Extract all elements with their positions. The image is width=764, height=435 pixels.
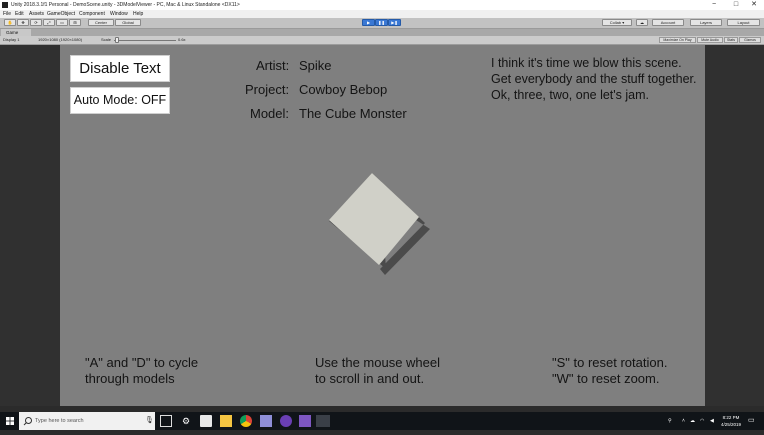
stats-toggle[interactable]: Stats [724,37,738,43]
maximize-on-play-toggle[interactable]: Maximize On Play [659,37,696,43]
menu-component[interactable]: Component [79,10,105,18]
hint-scroll-line2: to scroll in and out. [315,371,425,386]
app-icon[interactable] [260,415,272,427]
model-label: Model: [250,106,290,121]
volume-icon[interactable]: ◀ [710,412,714,430]
menu-help[interactable]: Help [133,10,143,18]
scale-label: Scale [101,37,112,42]
move-tool-icon[interactable]: ✥ [17,19,29,26]
mail-icon[interactable] [200,415,212,427]
show-hidden-icons-icon[interactable]: ˄ [682,412,685,430]
search-icon [23,417,32,426]
collab-dropdown[interactable]: Collab ▾ [602,19,632,26]
chat-app-icon[interactable] [280,415,292,427]
editor-toolbar: ✋ ✥ ⟳ ⤢ ▭ ⊞ Center Global ▶ ❚❚ ▶❚ Collab… [0,18,764,29]
chrome-icon[interactable] [240,415,252,427]
auto-mode-button[interactable]: Auto Mode: OFF [70,87,170,114]
pause-button-icon[interactable]: ❚❚ [375,19,388,26]
menu-edit[interactable]: Edit [15,10,24,18]
clock[interactable]: 8:22 PM 4/25/2019 [719,414,743,428]
game-viewport[interactable]: Disable Text Auto Mode: OFF Artist: Spik… [60,45,705,406]
play-button-icon[interactable]: ▶ [362,19,375,26]
hint-cycle-line2: through models [85,371,175,386]
hint-reset-line1: "S" to reset rotation. [552,355,668,370]
cloud-icon[interactable]: ☁ [636,19,648,26]
window-title-bar: Unity 2018.3.1f1 Personal - DemoScene.un… [0,0,764,10]
file-explorer-icon[interactable] [220,415,232,427]
scale-slider-handle[interactable] [115,37,119,43]
visual-studio-icon[interactable] [299,415,311,427]
model-value: The Cube Monster [299,106,407,121]
people-icon[interactable]: ⚲ [668,412,672,430]
game-view-controls: Display 1 1920×1080 (1920×1080) Scale 0.… [0,36,764,45]
notifications-icon[interactable]: ▭ [748,412,755,430]
unity-taskbar-icon[interactable] [316,415,330,427]
disable-text-button[interactable]: Disable Text [70,55,170,82]
mute-audio-toggle[interactable]: Mute Audio [697,37,723,43]
transform-tool-icon[interactable]: ⊞ [69,19,81,26]
menu-bar: File Edit Assets GameObject Component Wi… [0,10,764,18]
menu-gameobject[interactable]: GameObject [47,10,75,18]
artist-value: Spike [299,58,332,73]
windows-start-icon[interactable] [0,412,20,430]
taskbar: Type here to search 🎙 ⚙ ⚲ ˄ ☁ ◠ ◀ 8:22 P… [0,412,764,430]
rotate-tool-icon[interactable]: ⟳ [30,19,42,26]
maximize-button[interactable]: □ [726,0,746,10]
space-global-toggle[interactable]: Global [115,19,141,26]
scale-tool-icon[interactable]: ⤢ [43,19,55,26]
taskbar-search[interactable]: Type here to search 🎙 [19,412,155,430]
quote-text: I think it's time we blow this scene. Ge… [491,56,697,102]
account-dropdown[interactable]: Account [652,19,684,26]
rect-tool-icon[interactable]: ▭ [56,19,68,26]
clock-time: 8:22 PM [722,415,740,420]
tab-game[interactable]: Game [1,29,31,36]
letterbox-left [0,45,60,406]
close-button[interactable]: ✕ [744,0,764,10]
hand-tool-icon[interactable]: ✋ [4,19,16,26]
artist-label: Artist: [256,58,290,73]
game-tab-bar: Game [0,29,764,36]
scale-slider[interactable] [114,39,176,41]
menu-assets[interactable]: Assets [29,10,44,18]
layers-dropdown[interactable]: Layers [690,19,722,26]
search-placeholder: Type here to search [35,418,84,424]
network-icon[interactable]: ☁ [690,412,695,430]
clock-date: 4/25/2019 [720,422,742,427]
settings-icon[interactable]: ⚙ [180,415,192,427]
pivot-center-toggle[interactable]: Center [88,19,114,26]
layout-dropdown[interactable]: Layout [727,19,760,26]
window-title: Unity 2018.3.1f1 Personal - DemoScene.un… [11,2,240,8]
resolution-dropdown[interactable]: 1920×1080 (1920×1080) [38,36,82,44]
menu-file[interactable]: File [3,10,11,18]
hint-reset-line2: "W" to reset zoom. [552,371,660,386]
cube-model[interactable] [320,165,435,280]
hint-cycle-line1: "A" and "D" to cycle [85,355,199,370]
task-view-icon[interactable] [160,415,172,427]
hint-scroll-line1: Use the mouse wheel [315,355,441,370]
gizmos-dropdown[interactable]: Gizmos [739,37,761,43]
wifi-icon[interactable]: ◠ [700,412,704,430]
unity-logo-icon [2,2,8,8]
minimize-button[interactable]: − [704,0,724,10]
menu-window[interactable]: Window [110,10,128,18]
project-value: Cowboy Bebop [299,82,388,97]
scale-value: 0.6x [178,37,186,42]
step-button-icon[interactable]: ▶❚ [388,19,401,26]
letterbox-right [705,45,764,406]
microphone-icon[interactable]: 🎙 [145,412,154,430]
display-dropdown[interactable]: Display 1 [3,36,19,44]
project-label: Project: [245,82,290,97]
